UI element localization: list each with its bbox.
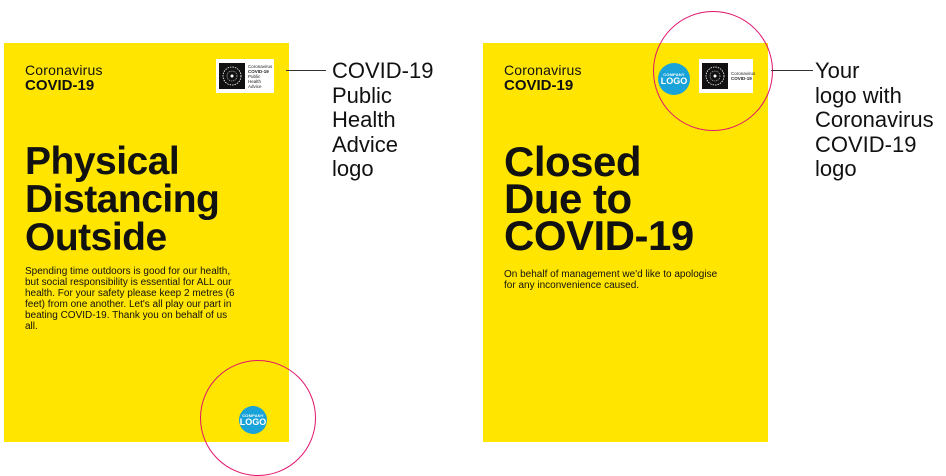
brand-big: COVID-19 [504, 77, 574, 94]
gov-logo-line: COVID-19 [248, 68, 269, 74]
highlight-ring-left [200, 360, 316, 476]
callout-line: Health [332, 107, 396, 132]
poster-body-text: Spending time outdoors is good for our h… [25, 266, 235, 332]
poster-headline: Physical Distancing Outside [25, 140, 220, 259]
gov-logo-line: Advice [248, 83, 262, 89]
highlight-ring-right [653, 11, 773, 131]
callout-line: COVID-19 [332, 58, 434, 83]
callout-line: Your [815, 58, 860, 83]
brand-header: Coronavirus COVID-19 [25, 63, 103, 94]
headline-line: Outside [25, 216, 167, 259]
seal-icon [219, 63, 245, 89]
callout-line: Advice [332, 131, 399, 157]
public-health-advice-logo: Coronavirus COVID-19 Public Health Advic… [216, 59, 274, 93]
callout-your-logo: Your logo with Coronavirus COVID-19 logo [815, 58, 945, 182]
headline-line: Distancing [25, 178, 220, 221]
brand-small: Coronavirus [25, 62, 103, 78]
gov-logo-line: Public Health [248, 73, 262, 84]
callout-line: COVID-19 [815, 131, 917, 157]
callout-line: logo [332, 156, 374, 181]
leader-line-right [771, 70, 813, 71]
poster-body-text: On behalf of management we'd like to apo… [504, 269, 718, 291]
gov-logo-text: Coronavirus COVID-19 Public Health Advic… [248, 64, 272, 89]
headline-line: COVID-19 [504, 212, 694, 259]
brand-small: Coronavirus [504, 62, 582, 78]
callout-line: Coronavirus [815, 107, 934, 132]
brand-header: Coronavirus COVID-19 [504, 63, 582, 94]
callout-line: Public [332, 82, 392, 108]
poster-headline: Closed Due to COVID-19 [504, 141, 694, 259]
callout-line: logo [815, 156, 857, 181]
headline-line: Physical [25, 140, 180, 183]
gov-logo-line: Coronavirus [248, 63, 273, 69]
leader-line-left [286, 70, 326, 71]
callout-public-health-logo: COVID-19 Public Health Advice logo [332, 58, 462, 182]
brand-big: COVID-19 [25, 77, 95, 94]
callout-line: logo with [815, 82, 902, 108]
